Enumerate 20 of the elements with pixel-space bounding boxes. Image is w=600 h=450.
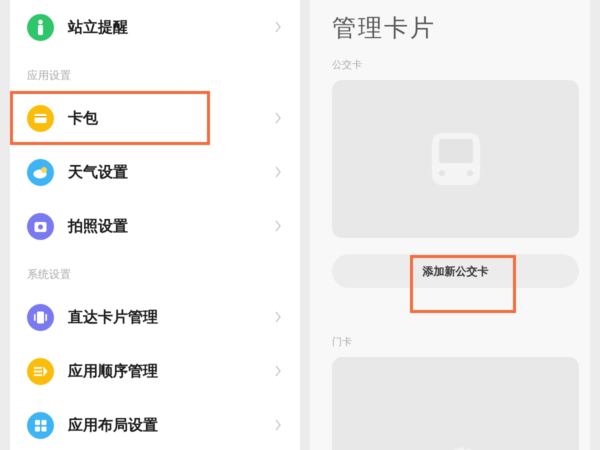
chevron-icon: [274, 112, 282, 124]
section-header: 应用设置: [26, 68, 72, 84]
section-label: 门卡: [332, 336, 352, 349]
settings-item-label[interactable]: 直达卡片管理: [68, 308, 274, 326]
chevron-icon: [274, 220, 282, 232]
chevron-icon: [274, 365, 282, 377]
chevron-icon: [274, 419, 282, 431]
chevron-icon: [274, 166, 282, 178]
chevron-icon: [274, 311, 282, 323]
section-label: 公交卡: [332, 58, 362, 72]
settings-item-label[interactable]: 站立提醒: [68, 18, 274, 36]
page-title: 管理卡片: [332, 13, 436, 44]
settings-item-label[interactable]: 卡包: [68, 108, 274, 128]
settings-item-label[interactable]: 天气设置: [68, 162, 274, 182]
section-header: 系统设置: [26, 267, 72, 283]
settings-item-label[interactable]: 拍照设置: [68, 216, 274, 236]
settings-item-label[interactable]: 应用顺序管理: [68, 362, 274, 380]
add-card-button[interactable]: 添加新公交卡: [332, 254, 579, 288]
settings-item-label[interactable]: 应用布局设置: [68, 416, 274, 434]
chevron-icon: [274, 21, 282, 33]
